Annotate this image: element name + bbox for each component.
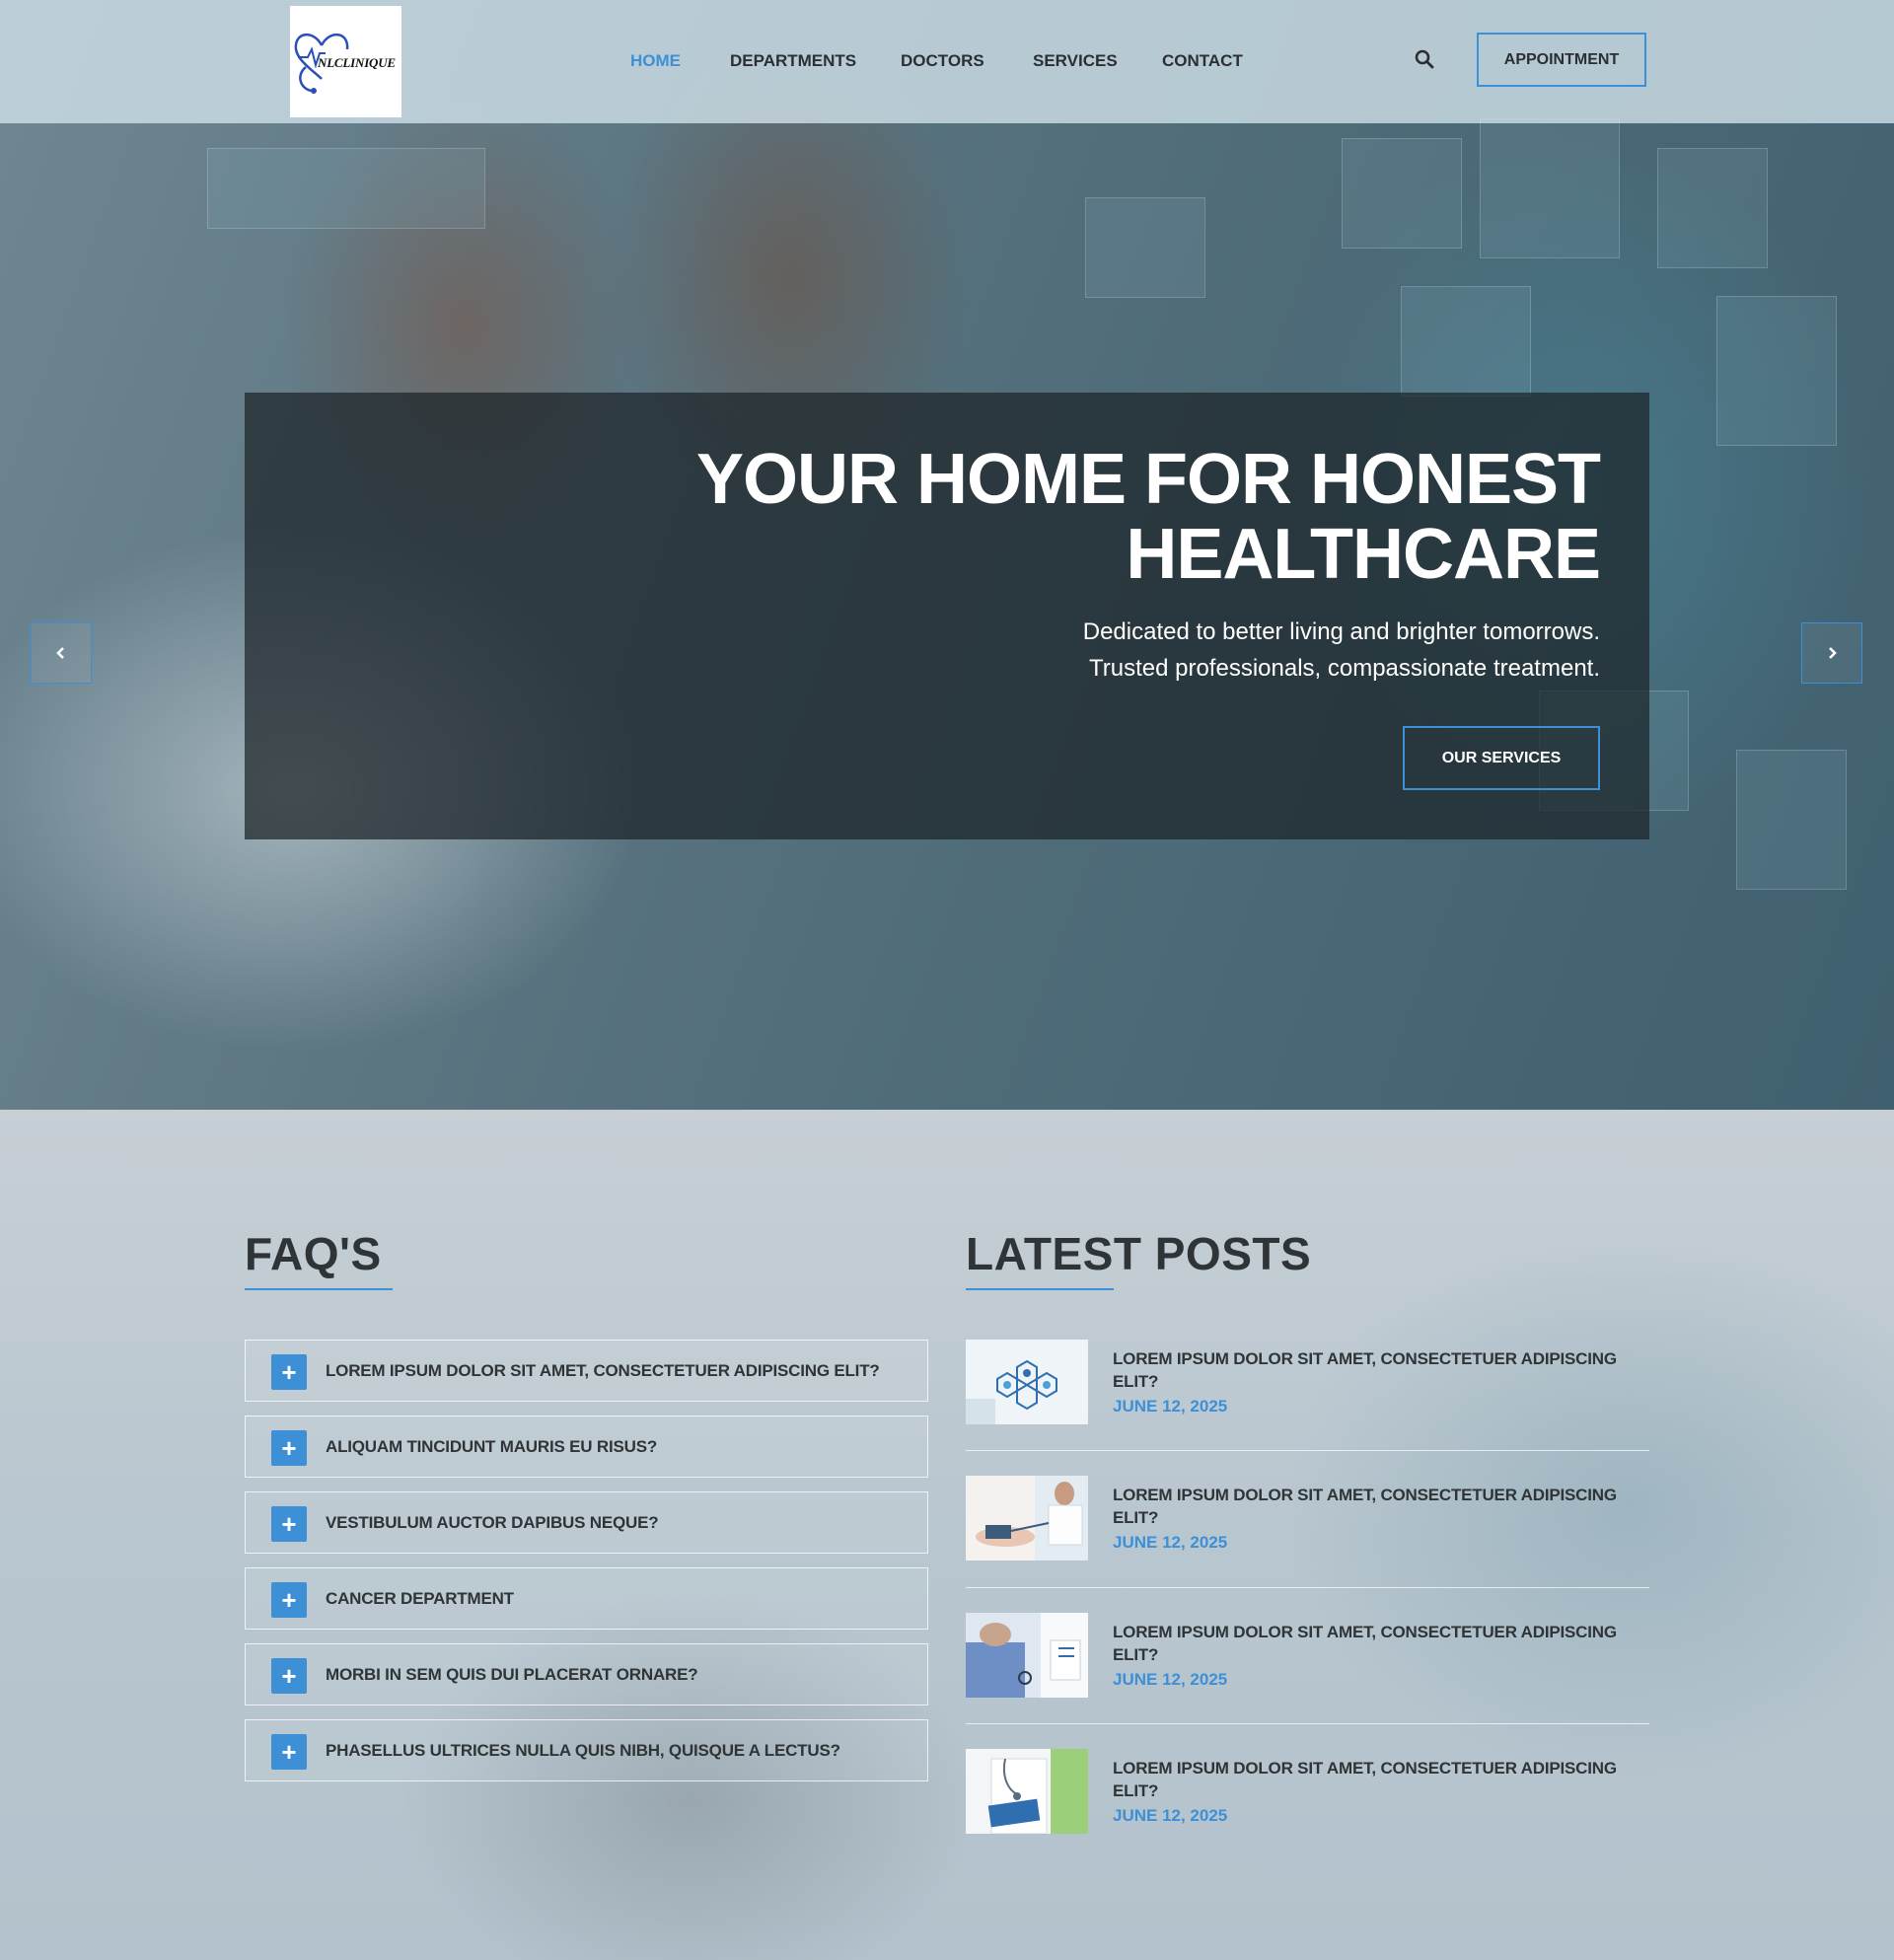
search-icon[interactable]	[1415, 49, 1434, 74]
faq-item[interactable]: + PHASELLUS ULTRICES NULLA QUIS NIBH, QU…	[245, 1719, 928, 1781]
faq-item[interactable]: + VESTIBULUM AUCTOR DAPIBUS NEQUE?	[245, 1491, 928, 1554]
site-header: NLCLINIQUE HOME DEPARTMENTS DOCTORS SERV…	[0, 0, 1894, 123]
hero-subtitle-line-2: Trusted professionals, compassionate tre…	[1088, 655, 1600, 682]
post-divider	[966, 1723, 1649, 1724]
post-date: JUNE 12, 2025	[1113, 1533, 1228, 1552]
logo-text: NLCLINIQUE	[318, 55, 396, 70]
post-title[interactable]: LOREM IPSUM DOLOR SIT AMET, CONSECTETUER…	[1113, 1484, 1645, 1529]
nav-services[interactable]: SERVICES	[1033, 51, 1118, 71]
plus-icon[interactable]: +	[271, 1506, 307, 1542]
post-thumbnail[interactable]	[966, 1613, 1088, 1698]
post-title[interactable]: LOREM IPSUM DOLOR SIT AMET, CONSECTETUER…	[1113, 1621, 1645, 1666]
hero-title: YOUR HOME FOR HONEST HEALTHCARE	[614, 440, 1601, 594]
faq-question: PHASELLUS ULTRICES NULLA QUIS NIBH, QUIS…	[326, 1740, 840, 1760]
post-date: JUNE 12, 2025	[1113, 1806, 1228, 1825]
hero-subtitle-line-1: Dedicated to better living and brighter …	[1082, 618, 1600, 645]
post-thumbnail[interactable]	[966, 1476, 1088, 1561]
faq-item[interactable]: + MORBI IN SEM QUIS DUI PLACERAT ORNARE?	[245, 1643, 928, 1706]
our-services-button[interactable]: OUR SERVICES	[1403, 726, 1600, 790]
post-thumbnail[interactable]	[966, 1749, 1088, 1834]
faq-item[interactable]: + CANCER DEPARTMENT	[245, 1567, 928, 1630]
plus-icon[interactable]: +	[271, 1430, 307, 1466]
faq-title-underline	[245, 1288, 393, 1290]
faq-item[interactable]: + LOREM IPSUM DOLOR SIT AMET, CONSECTETU…	[245, 1340, 928, 1402]
hero-subtitle: Dedicated to better living and brighter …	[811, 614, 1600, 687]
hero-banner: YOUR HOME FOR HONEST HEALTHCARE Dedicate…	[245, 393, 1649, 839]
faq-question: ALIQUAM TINCIDUNT MAURIS EU RISUS?	[326, 1436, 658, 1456]
latest-posts-title-underline	[966, 1288, 1114, 1290]
faq-question: LOREM IPSUM DOLOR SIT AMET, CONSECTETUER…	[326, 1360, 880, 1380]
faq-question: MORBI IN SEM QUIS DUI PLACERAT ORNARE?	[326, 1664, 698, 1684]
nav-contact[interactable]: CONTACT	[1162, 51, 1243, 71]
post-item[interactable]: LOREM IPSUM DOLOR SIT AMET, CONSECTETUER…	[966, 1340, 1649, 1426]
plus-icon[interactable]: +	[271, 1582, 307, 1618]
plus-icon[interactable]: +	[271, 1734, 307, 1770]
faq-question: CANCER DEPARTMENT	[326, 1588, 514, 1608]
slider-prev-button[interactable]	[31, 622, 92, 684]
site-logo[interactable]: NLCLINIQUE	[290, 6, 401, 117]
post-thumbnail[interactable]	[966, 1340, 1088, 1424]
plus-icon[interactable]: +	[271, 1658, 307, 1694]
post-title[interactable]: LOREM IPSUM DOLOR SIT AMET, CONSECTETUER…	[1113, 1757, 1645, 1802]
nav-departments[interactable]: DEPARTMENTS	[730, 51, 856, 71]
post-date: JUNE 12, 2025	[1113, 1397, 1228, 1416]
appointment-button[interactable]: APPOINTMENT	[1477, 33, 1646, 87]
post-item[interactable]: LOREM IPSUM DOLOR SIT AMET, CONSECTETUER…	[966, 1749, 1649, 1836]
slider-next-button[interactable]	[1801, 622, 1862, 684]
chevron-right-icon	[1829, 647, 1837, 659]
post-date: JUNE 12, 2025	[1113, 1670, 1228, 1689]
hero-title-line-1: YOUR HOME FOR HONEST	[695, 440, 1601, 519]
plus-icon[interactable]: +	[271, 1354, 307, 1390]
chevron-left-icon	[56, 647, 64, 659]
faq-title: FAQ'S	[245, 1228, 382, 1279]
post-title[interactable]: LOREM IPSUM DOLOR SIT AMET, CONSECTETUER…	[1113, 1347, 1645, 1393]
post-item[interactable]: LOREM IPSUM DOLOR SIT AMET, CONSECTETUER…	[966, 1476, 1649, 1562]
hero-title-line-2: HEALTHCARE	[1126, 515, 1601, 594]
post-divider	[966, 1450, 1649, 1451]
nav-doctors[interactable]: DOCTORS	[901, 51, 984, 71]
faq-question: VESTIBULUM AUCTOR DAPIBUS NEQUE?	[326, 1512, 659, 1532]
post-divider	[966, 1587, 1649, 1588]
faq-item[interactable]: + ALIQUAM TINCIDUNT MAURIS EU RISUS?	[245, 1416, 928, 1478]
nav-home[interactable]: HOME	[630, 51, 681, 71]
post-item[interactable]: LOREM IPSUM DOLOR SIT AMET, CONSECTETUER…	[966, 1613, 1649, 1700]
latest-posts-title: LATEST POSTS	[966, 1228, 1312, 1279]
